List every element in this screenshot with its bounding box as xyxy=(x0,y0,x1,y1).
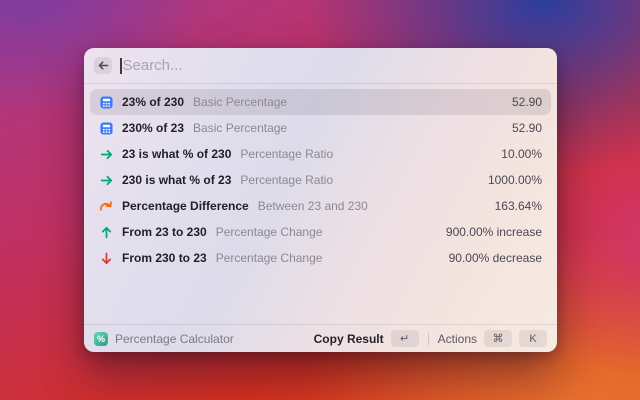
result-subtitle: Percentage Ratio xyxy=(240,173,480,187)
k-key-badge: K xyxy=(519,330,547,347)
results-list: 23% of 230 Basic Percentage 52.90 230% o… xyxy=(84,84,557,324)
percentage-calculator-icon: % xyxy=(94,332,108,346)
result-subtitle: Percentage Change xyxy=(216,251,441,265)
return-key-badge: ↵ xyxy=(391,330,419,347)
result-row[interactable]: From 230 to 23 Percentage Change 90.00% … xyxy=(90,245,551,271)
arrow-left-icon xyxy=(98,60,109,71)
arrow-curve-right-icon xyxy=(99,199,113,213)
result-title: 230 is what % of 23 xyxy=(122,173,231,187)
copy-result-button[interactable]: Copy Result xyxy=(314,332,384,346)
calculator-icon xyxy=(99,95,113,109)
result-title: 230% of 23 xyxy=(122,121,184,135)
actions-button[interactable]: Actions xyxy=(438,332,477,346)
result-value: 90.00% decrease xyxy=(449,251,542,265)
text-caret xyxy=(120,58,122,74)
app-chip: % Percentage Calculator xyxy=(94,332,234,346)
footer-bar: % Percentage Calculator Copy Result ↵ Ac… xyxy=(84,325,557,352)
arrow-up-icon xyxy=(99,225,113,239)
result-title: From 230 to 23 xyxy=(122,251,207,265)
arrow-right-icon xyxy=(99,147,113,161)
result-title: Percentage Difference xyxy=(122,199,249,213)
result-subtitle: Percentage Ratio xyxy=(240,147,493,161)
footer-separator xyxy=(428,333,429,345)
result-value: 10.00% xyxy=(501,147,542,161)
result-subtitle: Basic Percentage xyxy=(193,121,504,135)
search-bar xyxy=(84,48,557,83)
calculator-icon xyxy=(99,121,113,135)
result-row[interactable]: From 23 to 230 Percentage Change 900.00%… xyxy=(90,219,551,245)
result-title: 23 is what % of 230 xyxy=(122,147,231,161)
command-key-badge: ⌘ xyxy=(484,330,512,347)
launcher-window: 23% of 230 Basic Percentage 52.90 230% o… xyxy=(84,48,557,352)
result-row[interactable]: Percentage Difference Between 23 and 230… xyxy=(90,193,551,219)
result-row[interactable]: 230% of 23 Basic Percentage 52.90 xyxy=(90,115,551,141)
arrow-down-icon xyxy=(99,251,113,265)
result-subtitle: Basic Percentage xyxy=(193,95,504,109)
back-button[interactable] xyxy=(94,57,112,74)
result-title: From 23 to 230 xyxy=(122,225,207,239)
result-value: 52.90 xyxy=(512,95,542,109)
result-row[interactable]: 23 is what % of 230 Percentage Ratio 10.… xyxy=(90,141,551,167)
search-input[interactable] xyxy=(123,57,548,74)
result-value: 52.90 xyxy=(512,121,542,135)
result-row[interactable]: 23% of 230 Basic Percentage 52.90 xyxy=(90,89,551,115)
app-name: Percentage Calculator xyxy=(115,332,234,346)
result-row[interactable]: 230 is what % of 23 Percentage Ratio 100… xyxy=(90,167,551,193)
result-value: 163.64% xyxy=(495,199,542,213)
result-title: 23% of 230 xyxy=(122,95,184,109)
result-value: 1000.00% xyxy=(488,173,542,187)
result-subtitle: Between 23 and 230 xyxy=(258,199,487,213)
result-value: 900.00% increase xyxy=(446,225,542,239)
result-subtitle: Percentage Change xyxy=(216,225,438,239)
arrow-right-icon xyxy=(99,173,113,187)
footer-actions: Copy Result ↵ Actions ⌘ K xyxy=(314,330,547,347)
